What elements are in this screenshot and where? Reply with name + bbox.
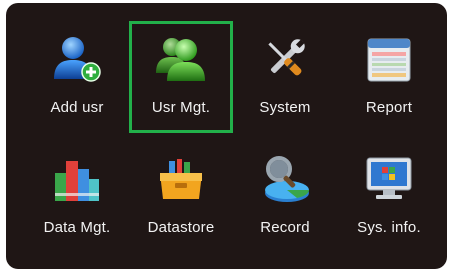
menu-item-label: Data Mgt. — [43, 219, 111, 236]
menu-item-label: Sys. info. — [357, 219, 421, 236]
bar-chart-icon — [51, 153, 103, 205]
menu-item-label: Report — [365, 99, 413, 116]
menu-item-label: Usr Mgt. — [151, 99, 211, 116]
users-icon — [155, 33, 207, 85]
report-icon — [363, 33, 415, 85]
menu-item-label: Record — [260, 219, 310, 236]
menu-item-sys-info[interactable]: Sys. info. — [337, 141, 441, 253]
device-screen: Add usr Usr Mgt. System Report Data Mgt.… — [6, 3, 447, 269]
record-search-icon — [259, 153, 311, 205]
menu-item-usr-mgt[interactable]: Usr Mgt. — [129, 21, 233, 133]
main-menu-grid: Add usr Usr Mgt. System Report Data Mgt.… — [6, 3, 447, 269]
menu-item-label: Add usr — [50, 99, 104, 116]
menu-item-label: System — [259, 99, 311, 116]
monitor-icon — [363, 153, 415, 205]
menu-item-record[interactable]: Record — [233, 141, 337, 253]
menu-item-datastore[interactable]: Datastore — [129, 141, 233, 253]
add-user-icon — [51, 33, 103, 85]
tools-icon — [259, 33, 311, 85]
menu-item-add-usr[interactable]: Add usr — [25, 21, 129, 133]
menu-item-system[interactable]: System — [233, 21, 337, 133]
menu-item-data-mgt[interactable]: Data Mgt. — [25, 141, 129, 253]
menu-item-report[interactable]: Report — [337, 21, 441, 133]
menu-item-label: Datastore — [147, 219, 215, 236]
toolbox-icon — [155, 153, 207, 205]
